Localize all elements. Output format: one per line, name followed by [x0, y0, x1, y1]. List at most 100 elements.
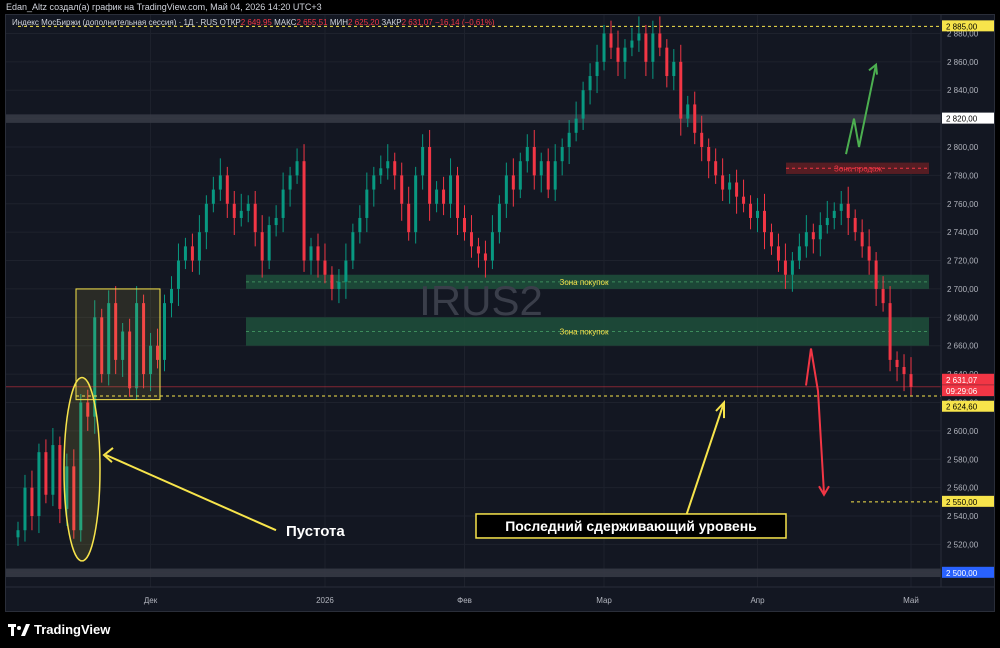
- price-label: 2 885,00: [946, 22, 978, 31]
- candle-body: [742, 196, 746, 204]
- candle-body: [581, 90, 585, 119]
- last-level-label: Последний сдерживающий уровень: [505, 518, 757, 534]
- legend-close-value: 2 631,07: [401, 18, 433, 27]
- void-arrow: [105, 454, 277, 532]
- buy-zone-2-label: Зона покупок: [559, 328, 609, 337]
- y-tick-label: 2 600,00: [947, 427, 979, 436]
- chart-frame[interactable]: Зона покупок Зона покупок Зона продаж IRUS2…: [5, 14, 995, 612]
- y-tick-label: 2 540,00: [947, 512, 979, 521]
- candle-body: [686, 104, 690, 119]
- candle-body: [797, 246, 801, 261]
- candle-body: [888, 303, 892, 360]
- up-arrow-head: [868, 62, 878, 75]
- candle-body: [281, 189, 285, 218]
- candle-body: [637, 33, 641, 41]
- candle-body: [463, 217, 466, 233]
- candle-body: [414, 175, 418, 233]
- candle-body: [839, 203, 843, 211]
- candle-body: [497, 203, 501, 233]
- candle-body: [881, 288, 885, 304]
- candle-body: [218, 175, 222, 190]
- candle-body: [204, 203, 208, 233]
- y-tick-label: 2 680,00: [947, 313, 979, 322]
- candle-body: [260, 232, 264, 261]
- candle-body: [651, 33, 655, 62]
- legend-high-value: 2 655,51: [296, 18, 328, 27]
- candle-body: [895, 359, 899, 367]
- candle-body: [58, 445, 62, 509]
- candle-body: [183, 246, 187, 261]
- x-tick-label: Фев: [457, 596, 472, 605]
- candle-body: [665, 47, 669, 77]
- candle-body: [232, 203, 236, 218]
- candle-body: [169, 288, 173, 304]
- y-tick-label: 2 840,00: [947, 86, 979, 95]
- candle-body: [602, 33, 606, 62]
- candle-body: [407, 203, 411, 233]
- price-label: 2 550,00: [946, 498, 978, 507]
- candle-body: [811, 232, 815, 240]
- candle-body: [874, 260, 878, 289]
- candle-body: [288, 175, 292, 190]
- x-tick-label: Мар: [596, 596, 612, 605]
- down-arrow: [805, 348, 825, 494]
- candle-body: [832, 210, 836, 218]
- symbol-legend: Индекс МосБиржи (дополнительная сессия) …: [12, 18, 495, 27]
- candle-body: [351, 232, 355, 261]
- candle-body: [469, 232, 473, 247]
- candle-body: [309, 246, 313, 261]
- candle-body: [337, 281, 341, 289]
- candle-body: [239, 210, 243, 218]
- candle-body: [588, 76, 592, 91]
- y-tick-label: 2 700,00: [947, 285, 979, 294]
- candle-body: [483, 253, 487, 261]
- candle-body: [776, 246, 780, 261]
- legend-open-label: ОТКР: [219, 18, 241, 27]
- price-label: 2 820,00: [946, 115, 978, 124]
- y-tick-label: 2 740,00: [947, 228, 979, 237]
- y-tick-label: 2 860,00: [947, 58, 979, 67]
- y-tick-label: 2 580,00: [947, 455, 979, 464]
- candle-body: [358, 217, 362, 233]
- tradingview-logo[interactable]: TradingView: [8, 622, 110, 637]
- buy-zone-1-label: Зона покупок: [559, 278, 609, 287]
- candle-body: [735, 182, 739, 197]
- legend-high-label: МАКС: [274, 18, 297, 27]
- void-ellipse: [63, 376, 101, 562]
- candle-body: [421, 147, 425, 176]
- candle-body: [783, 260, 787, 275]
- candle-body: [860, 232, 864, 247]
- level-band-2820: [6, 114, 941, 123]
- candle-body: [274, 217, 278, 226]
- candle-body: [393, 161, 397, 176]
- price-label: 09:29:06: [946, 387, 978, 396]
- price-chart[interactable]: Зона покупок Зона покупок Зона продаж IRUS2…: [6, 15, 995, 612]
- candle-body: [379, 168, 383, 176]
- tradingview-icon: [8, 623, 30, 636]
- candle-body: [456, 175, 460, 218]
- y-tick-label: 2 720,00: [947, 257, 979, 266]
- candle-body: [609, 33, 613, 48]
- candle-body: [630, 40, 634, 48]
- price-label: 2 624,60: [946, 403, 978, 412]
- candle-body: [190, 246, 194, 261]
- candle-body: [518, 161, 522, 190]
- candle-body: [428, 147, 432, 204]
- candle-body: [16, 530, 20, 538]
- footer: TradingView: [0, 612, 1000, 648]
- candle-body: [246, 203, 250, 211]
- x-tick-label: Апр: [750, 596, 765, 605]
- candle-body: [372, 175, 376, 190]
- watermark: IRUS2: [419, 277, 543, 324]
- candle-body: [44, 452, 48, 495]
- candle-body: [749, 203, 753, 218]
- candle-body: [616, 47, 620, 62]
- candle-body: [23, 487, 27, 531]
- legend-title: Индекс МосБиржи (дополнительная сессия) …: [12, 18, 218, 27]
- candle-body: [442, 189, 446, 204]
- candle-body: [560, 147, 564, 162]
- price-label: 2 631,07: [946, 376, 978, 385]
- legend-close-label: ЗАКР: [381, 18, 402, 27]
- candle-body: [853, 217, 857, 233]
- candle-body: [567, 132, 571, 147]
